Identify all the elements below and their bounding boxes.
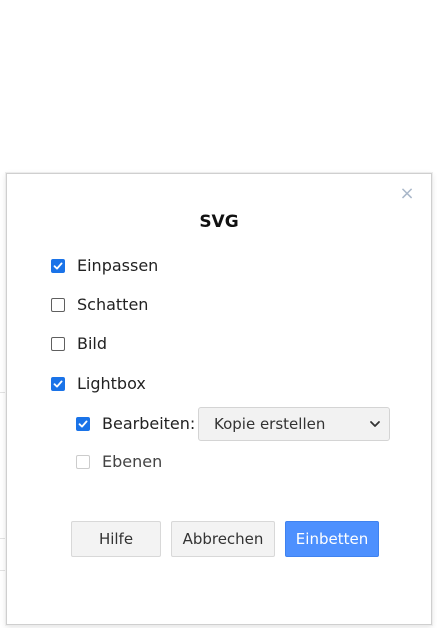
image-label: Bild xyxy=(77,334,108,353)
close-icon[interactable]: × xyxy=(399,185,415,203)
embed-button[interactable]: Einbetten xyxy=(285,521,379,557)
lightbox-label: Lightbox xyxy=(77,374,146,393)
option-lightbox[interactable]: Lightbox xyxy=(51,374,146,393)
layers-label: Ebenen xyxy=(102,452,163,471)
edit-mode-selected-value: Kopie erstellen xyxy=(214,415,326,433)
lightbox-checkbox[interactable] xyxy=(51,376,65,391)
help-button[interactable]: Hilfe xyxy=(71,521,161,557)
svg-embed-dialog: × SVG Einpassen Schatten Bild Lightbox B… xyxy=(6,173,432,625)
option-image[interactable]: Bild xyxy=(51,334,107,353)
edit-checkbox[interactable] xyxy=(76,416,90,431)
cancel-button[interactable]: Abbrechen xyxy=(171,521,275,557)
fit-checkbox[interactable] xyxy=(51,258,65,273)
option-fit[interactable]: Einpassen xyxy=(51,256,158,275)
edit-label: Bearbeiten: xyxy=(102,414,196,433)
option-shadow[interactable]: Schatten xyxy=(51,295,148,314)
fit-label: Einpassen xyxy=(77,256,159,275)
shadow-checkbox[interactable] xyxy=(51,297,65,312)
edit-mode-select[interactable]: Kopie erstellen xyxy=(198,407,390,441)
layers-checkbox xyxy=(76,454,90,469)
dialog-title: SVG xyxy=(199,212,239,232)
shadow-label: Schatten xyxy=(77,295,149,314)
chevron-down-icon xyxy=(370,421,380,427)
option-edit[interactable]: Bearbeiten: xyxy=(76,414,195,433)
image-checkbox[interactable] xyxy=(51,336,65,351)
option-layers: Ebenen xyxy=(76,452,162,471)
